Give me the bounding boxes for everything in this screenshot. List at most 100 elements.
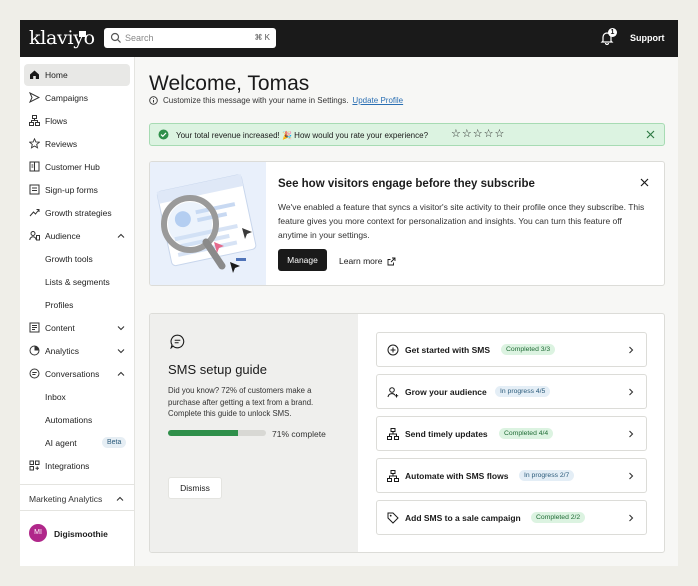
sms-step-label: Send timely updates bbox=[405, 429, 488, 439]
sms-step-label: Grow your audience bbox=[405, 387, 487, 397]
book-icon bbox=[29, 161, 40, 172]
sms-guide-title: SMS setup guide bbox=[168, 362, 268, 377]
pie-icon bbox=[29, 345, 40, 356]
sidebar-item-audience[interactable]: Audience bbox=[24, 225, 130, 247]
account-name[interactable]: Digismoothie bbox=[54, 529, 108, 539]
sidebar-item-content[interactable]: Content bbox=[24, 317, 130, 339]
sidebar-item-analytics[interactable]: Analytics bbox=[24, 340, 130, 362]
sidebar-item-growth-strategies[interactable]: Growth strategies bbox=[24, 202, 130, 224]
info-icon bbox=[149, 96, 158, 105]
sidebar-item-label: Reviews bbox=[45, 139, 78, 149]
rating-star-4[interactable]: ☆ bbox=[484, 128, 494, 140]
page-title: Welcome, Tomas bbox=[149, 72, 310, 95]
external-link-icon bbox=[388, 257, 396, 265]
sidebar-item-inbox[interactable]: Inbox bbox=[24, 386, 130, 408]
sidebar-item-conversations[interactable]: Conversations bbox=[24, 363, 130, 385]
sms-step-label: Get started with SMS bbox=[405, 345, 491, 355]
close-icon[interactable] bbox=[645, 129, 656, 140]
sidebar-item-label: Flows bbox=[45, 116, 68, 126]
person-add-icon bbox=[387, 387, 399, 398]
sms-step-get-started[interactable]: Get started with SMS Completed 3/3 bbox=[376, 332, 647, 367]
sidebar-item-label: Integrations bbox=[45, 461, 90, 471]
chevron-right-icon bbox=[629, 430, 634, 438]
sms-step-grow-audience[interactable]: Grow your audience In progress 4/5 bbox=[376, 374, 647, 409]
rating-star-1[interactable]: ☆ bbox=[451, 128, 461, 140]
sidebar: Home Campaigns Flows Reviews Customer Hu… bbox=[20, 57, 135, 566]
feature-card: See how visitors engage before they subs… bbox=[149, 161, 665, 286]
sidebar-item-campaigns[interactable]: Campaigns bbox=[24, 87, 130, 109]
manage-button[interactable]: Manage bbox=[278, 249, 327, 271]
sidebar-item-label: AI agent bbox=[45, 438, 77, 448]
sidebar-item-label: Conversations bbox=[45, 369, 100, 379]
sidebar-item-label: Automations bbox=[45, 415, 93, 425]
chevron-up-icon bbox=[117, 233, 125, 238]
sidebar-item-automations[interactable]: Automations bbox=[24, 409, 130, 431]
support-link[interactable]: Support bbox=[630, 33, 665, 43]
status-badge: Completed 2/2 bbox=[531, 512, 586, 523]
sidebar-item-profiles[interactable]: Profiles bbox=[24, 294, 130, 316]
sidebar-item-label: Campaigns bbox=[45, 93, 88, 103]
sms-progress-fill bbox=[168, 430, 238, 436]
avatar[interactable]: MI bbox=[29, 524, 47, 542]
page-subtitle: Customize this message with your name in… bbox=[149, 96, 403, 105]
sms-guide-summary: SMS setup guide Did you know? 72% of cus… bbox=[150, 314, 358, 552]
update-profile-link[interactable]: Update Profile bbox=[352, 96, 403, 105]
sms-step-timely-updates[interactable]: Send timely updates Completed 4/4 bbox=[376, 416, 647, 451]
notification-badge: 1 bbox=[608, 28, 617, 37]
sms-guide-body: Did you know? 72% of customers make a pu… bbox=[168, 386, 314, 418]
search-input[interactable]: Search ⌘ K bbox=[104, 28, 276, 48]
check-circle-icon bbox=[158, 129, 169, 140]
logo-flag-icon bbox=[79, 31, 86, 37]
rating-stars: ☆ ☆ ☆ ☆ ☆ bbox=[451, 128, 504, 140]
sidebar-item-ai-agent[interactable]: AI agent Beta bbox=[24, 432, 130, 454]
search-icon bbox=[110, 32, 121, 43]
integrations-icon bbox=[29, 460, 40, 471]
status-badge: Completed 3/3 bbox=[501, 344, 556, 355]
banner-message: Your total revenue increased! 🎉 How woul… bbox=[176, 131, 429, 140]
chat-icon bbox=[170, 334, 185, 349]
sms-progress-label: 71% complete bbox=[272, 429, 326, 439]
sidebar-item-flows[interactable]: Flows bbox=[24, 110, 130, 132]
close-icon[interactable] bbox=[639, 177, 650, 188]
chevron-down-icon bbox=[117, 326, 125, 331]
flow-icon bbox=[387, 470, 399, 482]
dismiss-button[interactable]: Dismiss bbox=[168, 477, 222, 499]
chevron-down-icon bbox=[117, 349, 125, 354]
chevron-right-icon bbox=[629, 346, 634, 354]
rating-star-3[interactable]: ☆ bbox=[473, 128, 483, 140]
sidebar-item-integrations[interactable]: Integrations bbox=[24, 455, 130, 477]
feature-card-body: We've enabled a feature that syncs a vis… bbox=[278, 202, 645, 240]
sidebar-item-signup-forms[interactable]: Sign-up forms bbox=[24, 179, 130, 201]
sidebar-divider bbox=[20, 510, 135, 511]
rating-star-5[interactable]: ☆ bbox=[495, 128, 505, 140]
sidebar-item-label: Analytics bbox=[45, 346, 80, 356]
sidebar-item-lists-segments[interactable]: Lists & segments bbox=[24, 271, 130, 293]
beta-badge: Beta bbox=[102, 437, 127, 448]
profile-illustration bbox=[150, 162, 266, 285]
sidebar-item-label: Growth strategies bbox=[45, 208, 112, 218]
sms-step-label: Automate with SMS flows bbox=[405, 471, 509, 481]
chevron-right-icon bbox=[629, 472, 634, 480]
marketing-analytics-section[interactable]: Marketing Analytics bbox=[29, 494, 102, 504]
sidebar-divider bbox=[20, 484, 135, 485]
subtitle-text: Customize this message with your name in… bbox=[163, 96, 349, 105]
status-badge: In progress 2/7 bbox=[519, 470, 575, 481]
chevron-up-icon[interactable] bbox=[115, 494, 125, 504]
send-icon bbox=[29, 92, 40, 103]
rating-star-2[interactable]: ☆ bbox=[462, 128, 472, 140]
sidebar-item-label: Inbox bbox=[45, 392, 66, 402]
feature-card-title: See how visitors engage before they subs… bbox=[278, 178, 535, 190]
sidebar-item-reviews[interactable]: Reviews bbox=[24, 133, 130, 155]
sidebar-item-growth-tools[interactable]: Growth tools bbox=[24, 248, 130, 270]
sidebar-item-home[interactable]: Home bbox=[24, 64, 130, 86]
sidebar-item-label: Content bbox=[45, 323, 75, 333]
sidebar-item-customer-hub[interactable]: Customer Hub bbox=[24, 156, 130, 178]
sms-step-sale-campaign[interactable]: Add SMS to a sale campaign Completed 2/2 bbox=[376, 500, 647, 535]
learn-more-link[interactable]: Learn more bbox=[339, 256, 396, 266]
sms-step-label: Add SMS to a sale campaign bbox=[405, 513, 521, 523]
sms-step-automate-flows[interactable]: Automate with SMS flows In progress 2/7 bbox=[376, 458, 647, 493]
top-bar: klaviyo Search ⌘ K 1 Support bbox=[20, 20, 678, 57]
form-icon bbox=[29, 184, 40, 195]
trend-icon bbox=[29, 209, 40, 217]
sidebar-item-label: Sign-up forms bbox=[45, 185, 98, 195]
